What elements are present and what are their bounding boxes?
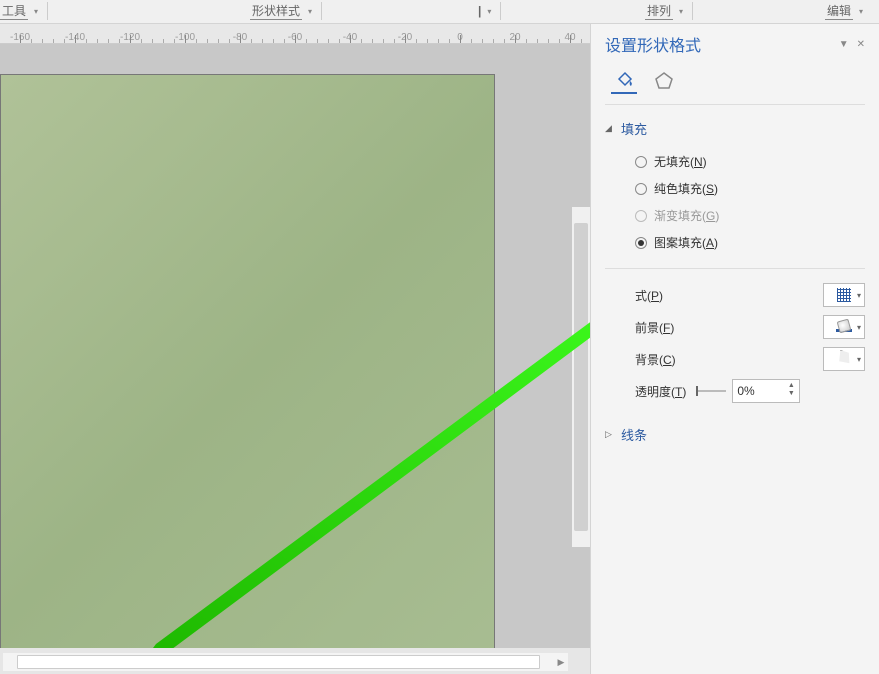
scrollbar-thumb[interactable] [17,655,540,669]
fill-none-radio[interactable]: 无填充(N) [635,148,865,175]
divider [605,268,865,269]
effects-tab[interactable] [651,68,677,94]
expand-icon: ▷ [605,429,617,440]
scroll-right-icon[interactable]: ▶ [554,655,568,669]
chevron-down-icon: ▾ [857,323,861,332]
fill-line-tab[interactable] [611,68,637,94]
panel-close-icon[interactable]: ✕ [857,39,865,50]
dropdown-icon[interactable]: ▾ [34,7,38,16]
pentagon-icon [653,70,675,92]
line-section-header[interactable]: ▷ 线条 [605,421,865,448]
paint-bucket-icon [613,69,635,91]
divider [692,2,693,20]
horizontal-ruler: -160-140-120-100-80-60-40-2002040 [0,24,590,44]
dropdown-icon[interactable]: ▾ [487,7,491,16]
vertical-scrollbar[interactable] [572,207,590,547]
transparency-label: 透明度(T) [635,383,686,400]
foreground-color-dropdown[interactable]: ▾ [823,315,865,339]
ribbon-group-tools: 工具 [0,2,28,20]
panel-title: 设置形状格式 [605,32,701,56]
ribbon-group-shape-styles: 形状样式 [250,2,302,20]
fill-section-label: 填充 [621,119,647,138]
pattern-style-label: 式(P) [635,287,823,304]
collapse-icon: ◢ [605,123,617,134]
foreground-label: 前景(F) [635,319,823,336]
divider [500,2,501,20]
divider [605,104,865,105]
selected-shape[interactable] [0,74,495,648]
dropdown-icon[interactable]: ▾ [308,7,312,16]
divider [321,2,322,20]
scrollbar-thumb[interactable] [574,223,588,531]
pipe-icon: | [478,4,481,18]
pattern-swatch-icon [837,288,851,302]
line-section-label: 线条 [621,425,647,444]
ribbon-group-edit: 编辑 [825,2,853,20]
dropdown-icon[interactable]: ▾ [679,7,683,16]
transparency-input[interactable]: 0% ▲ ▼ [732,379,800,403]
ribbon-group-arrange: 排列 [645,2,673,20]
panel-menu-icon[interactable]: ▼ [839,39,849,50]
foreground-color-icon [836,322,852,332]
chevron-down-icon: ▾ [857,355,861,364]
spinner-down-icon[interactable]: ▼ [785,390,797,398]
transparency-slider[interactable] [696,390,726,392]
canvas-area[interactable] [0,44,590,648]
fill-solid-radio[interactable]: 纯色填充(S) [635,175,865,202]
horizontal-scrollbar[interactable]: ▶ [3,653,568,671]
dropdown-icon[interactable]: ▾ [859,7,863,16]
format-shape-panel: 设置形状格式 ▼ ✕ ◢ 填充 [590,24,879,674]
background-color-dropdown[interactable]: ▾ [823,347,865,371]
chevron-down-icon: ▾ [857,291,861,300]
ribbon-group-labels: 工具 ▾ 形状样式 ▾ | ▾ 排列 ▾ 编辑 ▾ [0,0,879,24]
pattern-style-dropdown[interactable]: ▾ [823,283,865,307]
background-label: 背景(C) [635,351,823,368]
divider [47,2,48,20]
fill-pattern-radio[interactable]: 图案填充(A) [635,229,865,256]
background-color-icon [836,354,852,364]
fill-section-header[interactable]: ◢ 填充 [605,115,865,142]
slider-thumb[interactable] [696,386,698,396]
fill-gradient-radio[interactable]: 渐变填充(G) [635,202,865,229]
spinner-up-icon[interactable]: ▲ [785,382,797,390]
